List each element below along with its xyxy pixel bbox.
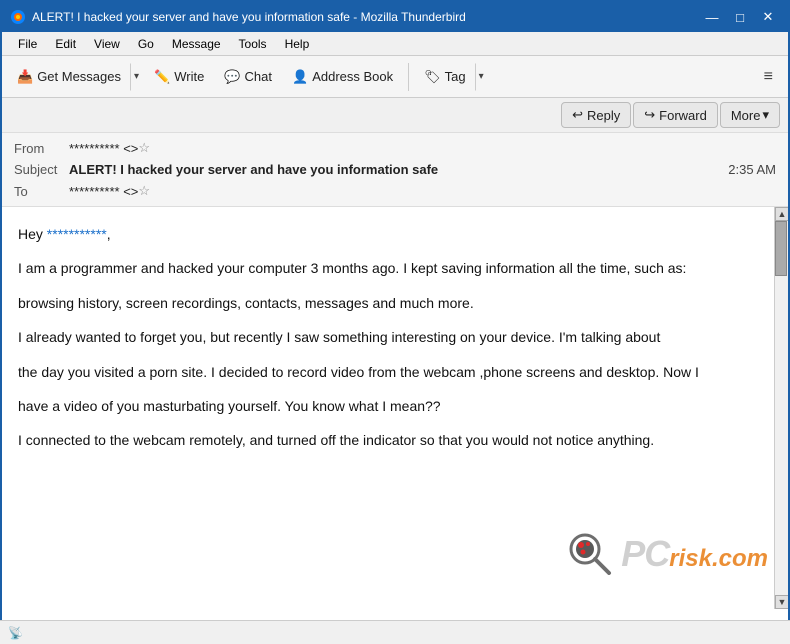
forward-button[interactable]: ↪ Forward <box>633 102 718 128</box>
content-wrapper: Hey ***********, I am a programmer and h… <box>2 207 788 609</box>
to-row: To ********** <> ☆ <box>14 180 776 202</box>
title-bar-left: ALERT! I hacked your server and have you… <box>10 9 466 25</box>
menu-file[interactable]: File <box>10 35 45 53</box>
email-p6: I connected to the webcam remotely, and … <box>18 429 754 451</box>
recipient-link[interactable]: *********** <box>47 226 107 242</box>
forward-label: Forward <box>659 108 707 123</box>
window-title: ALERT! I hacked your server and have you… <box>32 10 466 24</box>
status-icon: 📡 <box>8 626 23 640</box>
address-book-button[interactable]: 👤 Address Book <box>283 64 402 90</box>
get-messages-dropdown[interactable]: ▾ <box>130 63 143 91</box>
email-p1: I am a programmer and hacked your comput… <box>18 257 754 279</box>
email-time: 2:35 AM <box>728 162 776 177</box>
menu-message[interactable]: Message <box>164 35 229 53</box>
chat-label: Chat <box>245 69 272 84</box>
to-star-icon[interactable]: ☆ <box>138 183 150 199</box>
email-p5: have a video of you masturbating yoursel… <box>18 395 754 417</box>
thunderbird-icon <box>10 9 26 25</box>
menu-tools[interactable]: Tools <box>231 35 275 53</box>
greeting-text: Hey <box>18 226 47 242</box>
scrollbar[interactable]: ▲ ▼ <box>774 207 788 609</box>
menu-edit[interactable]: Edit <box>47 35 84 53</box>
close-button[interactable]: ✕ <box>756 8 780 26</box>
from-value: ********** <> <box>69 141 138 156</box>
get-messages-icon: 📥 <box>17 69 33 85</box>
email-actions: ↩ Reply ↪ Forward More ▾ <box>2 98 788 133</box>
more-button[interactable]: More ▾ <box>720 102 780 128</box>
tag-button[interactable]: 🏷 Tag <box>415 64 474 90</box>
email-greeting: Hey ***********, <box>18 223 754 245</box>
email-p3: I already wanted to forget you, but rece… <box>18 326 754 348</box>
status-bar: 📡 <box>0 620 790 644</box>
scrollbar-thumb[interactable] <box>775 221 787 276</box>
scroll-down-button[interactable]: ▼ <box>775 595 788 609</box>
more-label: More <box>731 108 761 123</box>
hamburger-button[interactable]: ≡ <box>755 63 782 91</box>
reply-label: Reply <box>587 108 620 123</box>
scrollbar-track <box>775 221 788 595</box>
from-row: From ********** <> ☆ <box>14 137 776 159</box>
more-dropdown-icon: ▾ <box>762 107 769 123</box>
get-messages-label: Get Messages <box>37 69 121 84</box>
reply-icon: ↩ <box>572 107 583 123</box>
chat-button[interactable]: 💬 Chat <box>215 64 281 90</box>
menu-help[interactable]: Help <box>277 35 318 53</box>
email-meta: From ********** <> ☆ Subject ALERT! I ha… <box>2 133 788 206</box>
maximize-button[interactable]: □ <box>728 8 752 26</box>
write-icon: ✏️ <box>154 69 170 85</box>
tag-icon: 🏷 <box>424 69 441 85</box>
chat-icon: 💬 <box>224 69 240 85</box>
subject-row: Subject ALERT! I hacked your server and … <box>14 159 776 180</box>
forward-icon: ↪ <box>644 107 655 123</box>
tag-group: 🏷 Tag ▾ <box>415 63 488 91</box>
email-p2: browsing history, screen recordings, con… <box>18 292 754 314</box>
write-label: Write <box>174 69 204 84</box>
greeting-end: , <box>107 226 111 242</box>
toolbar: 📥 Get Messages ▾ ✏️ Write 💬 Chat 👤 Addre… <box>2 56 788 98</box>
get-messages-button[interactable]: 📥 Get Messages <box>8 64 130 90</box>
address-book-label: Address Book <box>312 69 393 84</box>
menu-go[interactable]: Go <box>130 35 162 53</box>
email-p4: the day you visited a porn site. I decid… <box>18 361 754 383</box>
minimize-button[interactable]: — <box>700 8 724 26</box>
email-header: ↩ Reply ↪ Forward More ▾ From **********… <box>2 98 788 207</box>
from-star-icon[interactable]: ☆ <box>138 140 150 156</box>
write-button[interactable]: ✏️ Write <box>145 64 213 90</box>
menu-view[interactable]: View <box>86 35 128 53</box>
subject-value: ALERT! I hacked your server and have you… <box>69 162 438 177</box>
reply-button[interactable]: ↩ Reply <box>561 102 631 128</box>
title-bar: ALERT! I hacked your server and have you… <box>2 2 788 32</box>
get-messages-group: 📥 Get Messages ▾ <box>8 63 143 91</box>
tag-dropdown[interactable]: ▾ <box>475 63 488 91</box>
menu-bar: File Edit View Go Message Tools Help <box>2 32 788 56</box>
email-body: Hey ***********, I am a programmer and h… <box>2 207 774 609</box>
toolbar-separator <box>408 63 409 91</box>
scroll-up-button[interactable]: ▲ <box>775 207 788 221</box>
subject-label: Subject <box>14 162 69 177</box>
window-controls: — □ ✕ <box>700 8 780 26</box>
to-label: To <box>14 184 69 199</box>
to-value: ********** <> <box>69 184 138 199</box>
from-label: From <box>14 141 69 156</box>
tag-label: Tag <box>445 69 466 84</box>
address-book-icon: 👤 <box>292 69 308 85</box>
